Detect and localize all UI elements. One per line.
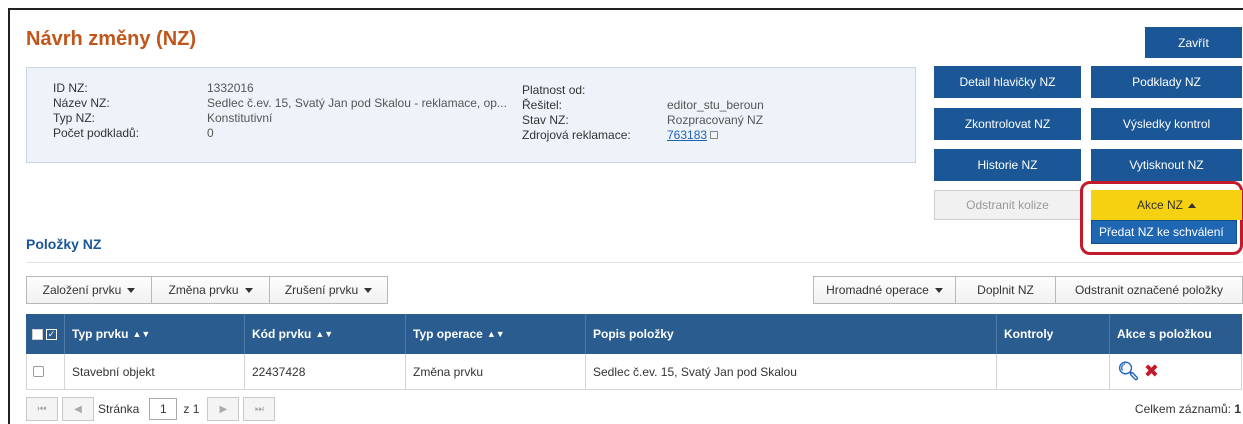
info-label-id: ID NZ: [53,81,88,95]
pagination: ⏮︎ ◀ Stránka 1 z 1 ▶ ⏭︎ [26,396,279,422]
close-button[interactable]: Zavřít [1145,27,1242,58]
table-row: Stavební objekt 22437428 Změna prvku Sed… [26,354,1242,390]
cell-actions: 🔍︎ ✖ [1110,354,1242,389]
bulk-operations-dropdown[interactable]: Hromadné operace [813,276,956,304]
info-value-count: 0 [207,126,214,140]
caret-up-icon [1188,202,1196,208]
column-header-operation-label: Typ operace [413,327,483,341]
total-records: Celkem záznamů: 1 [1135,402,1241,416]
external-link-icon [710,131,719,139]
create-element-label: Založení prvku [42,283,122,297]
table-header: ✓ Typ prvku ▲▼ Kód prvku ▲▼ Typ operace ▲▼ … [26,314,1242,354]
column-header-actions: Akce s položkou [1110,314,1242,354]
change-element-dropdown[interactable]: Změna prvku [151,276,270,304]
source-complaint-link-wrap: 763183 [667,128,719,142]
info-value-id: 1332016 [207,81,254,95]
info-value-state: Rozpracovaný NZ [667,113,764,127]
remove-conflicts-button[interactable]: Odstranit kolize [934,190,1081,220]
bulk-operations-label: Hromadné operace [826,283,929,297]
caret-down-icon [127,287,136,293]
delete-icon[interactable]: ✖ [1144,361,1159,382]
prev-page-button[interactable]: ◀ [62,397,94,421]
page-of-label: z 1 [183,402,200,416]
info-label-valid-from: Platnost od: [522,83,586,97]
change-element-label: Změna prvku [168,283,239,297]
cancel-element-dropdown[interactable]: Zrušení prvku [269,276,388,304]
first-page-button[interactable]: ⏮︎ [26,397,58,421]
info-label-state: Stav NZ: [522,113,569,127]
column-header-code-label: Kód prvku [252,327,312,341]
caret-down-icon [934,287,943,293]
info-value-name: Sedlec č.ev. 15, Svatý Jan pod Skalou - … [207,96,507,110]
info-label-source-complaint: Zdrojová reklamace: [522,128,631,142]
info-value-type: Konstitutivní [207,111,273,125]
last-page-button[interactable]: ⏭︎ [243,397,276,421]
print-button[interactable]: Vytisknout NZ [1091,149,1242,181]
row-select-cell [27,354,65,389]
sort-icon: ▲▼ [132,329,151,339]
check-nz-button[interactable]: Zkontrolovat NZ [934,108,1081,140]
column-header-description-label: Popis položky [593,327,674,341]
page-input[interactable]: 1 [149,398,178,420]
info-label-name: Název NZ: [53,96,110,110]
caret-down-icon [244,287,253,293]
complete-nz-button[interactable]: Doplnit NZ [955,276,1056,304]
actions-nz-button[interactable]: Akce NZ [1091,190,1242,220]
next-page-button[interactable]: ▶ [207,397,240,421]
cell-code: 22437428 [245,354,406,389]
column-header-actions-label: Akce s položkou [1117,327,1212,341]
select-all-header[interactable]: ✓ [26,314,65,354]
select-all-checkbox[interactable] [32,328,43,340]
column-header-description[interactable]: Popis položky [586,314,997,354]
page-title: Návrh změny (NZ) [26,28,197,50]
remove-marked-items-button[interactable]: Odstranit označené položky [1055,276,1243,304]
caret-down-icon [364,287,373,293]
total-count: 1 [1234,402,1241,416]
column-header-code[interactable]: Kód prvku ▲▼ [245,314,406,354]
check-results-button[interactable]: Výsledky kontrol [1091,108,1242,140]
cell-description: Sedlec č.ev. 15, Svatý Jan pod Skalou [586,354,997,389]
column-header-type-label: Typ prvku [72,327,129,341]
section-title: Položky NZ [26,236,102,252]
check-all-icon: ✓ [46,328,57,340]
cell-type: Stavební objekt [65,354,245,389]
info-label-solver: Řešitel: [522,98,563,112]
detail-header-button[interactable]: Detail hlavičky NZ [934,66,1081,98]
create-element-dropdown[interactable]: Založení prvku [26,276,152,304]
column-header-checks[interactable]: Kontroly [997,314,1110,354]
row-checkbox[interactable] [33,366,44,377]
nz-info-panel: ID NZ: 1332016 Název NZ: Sedlec č.ev. 15… [26,67,916,163]
info-label-type: Typ NZ: [53,111,96,125]
cell-operation: Změna prvku [406,354,586,389]
column-header-type[interactable]: Typ prvku ▲▼ [65,314,245,354]
column-header-operation[interactable]: Typ operace ▲▼ [406,314,586,354]
materials-button[interactable]: Podklady NZ [1091,66,1242,98]
total-label: Celkem záznamů: [1134,402,1231,416]
dropdown-item-submit-for-approval[interactable]: Předat NZ ke schválení [1091,220,1237,244]
cell-checks [997,354,1110,389]
cancel-element-label: Zrušení prvku [284,283,359,297]
source-complaint-link[interactable]: 763183 [667,128,707,142]
info-label-count: Počet podkladů: [53,126,140,140]
page-label: Stránka [98,402,140,416]
sort-icon: ▲▼ [486,329,505,339]
actions-nz-label: Akce NZ [1136,198,1183,212]
column-header-checks-label: Kontroly [1004,327,1054,341]
section-divider [26,262,1242,263]
history-button[interactable]: Historie NZ [934,149,1081,181]
sort-icon: ▲▼ [315,329,334,339]
info-value-solver: editor_stu_beroun [667,98,764,112]
view-detail-icon[interactable]: 🔍︎ [1117,361,1140,382]
